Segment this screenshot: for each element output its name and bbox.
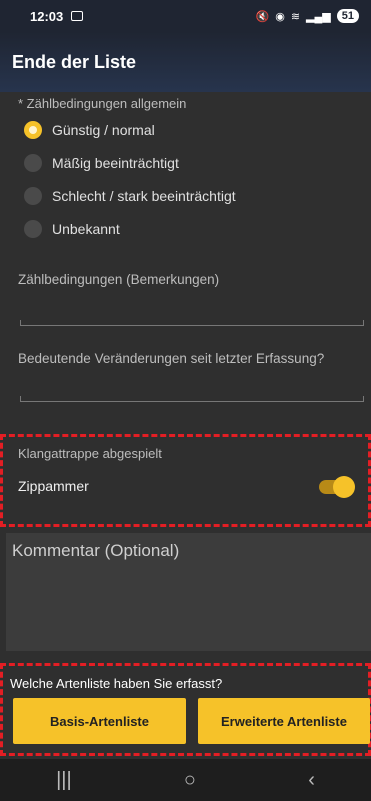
- radio-label: Mäßig beeinträchtigt: [52, 155, 179, 171]
- species-list-prompt: Welche Artenliste haben Sie erfasst?: [10, 676, 223, 691]
- status-icons: 🔇 ◉ ≋ ▂▄▆ 51: [255, 9, 359, 23]
- system-nav-bar: ||| ○ ‹: [0, 759, 371, 801]
- clock: 12:03: [30, 8, 64, 24]
- radio-moderate[interactable]: Mäßig beeinträchtigt: [24, 154, 179, 172]
- notification-icon: [71, 11, 84, 21]
- battery-indicator: 51: [336, 9, 359, 23]
- home-icon[interactable]: ○: [184, 769, 196, 792]
- signal-icon: ▂▄▆: [306, 10, 331, 23]
- radio-unselected-icon[interactable]: [24, 154, 42, 172]
- playback-toggle[interactable]: [319, 476, 355, 498]
- radio-unknown[interactable]: Unbekannt: [24, 220, 120, 238]
- wifi-icon: ≋: [290, 10, 301, 23]
- remarks-underline[interactable]: [20, 320, 364, 326]
- recent-apps-icon[interactable]: |||: [56, 769, 72, 792]
- radio-selected-icon[interactable]: [24, 121, 42, 139]
- counting-conditions-label: * Zählbedingungen allgemein: [18, 96, 187, 111]
- remarks-field[interactable]: Zählbedingungen (Bemerkungen): [18, 272, 219, 287]
- radio-favorable[interactable]: Günstig / normal: [24, 121, 155, 139]
- radio-poor[interactable]: Schlecht / stark beeinträchtigt: [24, 187, 236, 205]
- mute-icon: 🔇: [255, 10, 270, 23]
- changes-field[interactable]: Bedeutende Veränderungen seit letzter Er…: [18, 351, 324, 366]
- back-icon[interactable]: ‹: [308, 769, 315, 792]
- radio-label: Unbekannt: [52, 221, 120, 237]
- status-bar: 12:03 🔇 ◉ ≋ ▂▄▆ 51: [0, 0, 371, 32]
- basic-list-button[interactable]: Basis-Artenliste: [13, 698, 186, 744]
- playback-label: Klangattrappe abgespielt: [18, 446, 162, 461]
- comment-placeholder: Kommentar (Optional): [12, 541, 180, 560]
- radio-label: Schlecht / stark beeinträchtigt: [52, 188, 236, 204]
- location-icon: ◉: [275, 10, 285, 23]
- page-title: Ende der Liste: [12, 51, 137, 72]
- radio-label: Günstig / normal: [52, 122, 155, 138]
- extended-list-button[interactable]: Erweiterte Artenliste: [198, 698, 370, 744]
- radio-unselected-icon[interactable]: [24, 220, 42, 238]
- species-label: Zippammer: [18, 478, 89, 494]
- comment-input[interactable]: Kommentar (Optional): [6, 533, 371, 651]
- radio-unselected-icon[interactable]: [24, 187, 42, 205]
- changes-underline[interactable]: [20, 396, 364, 402]
- app-bar: Ende der Liste: [0, 32, 371, 92]
